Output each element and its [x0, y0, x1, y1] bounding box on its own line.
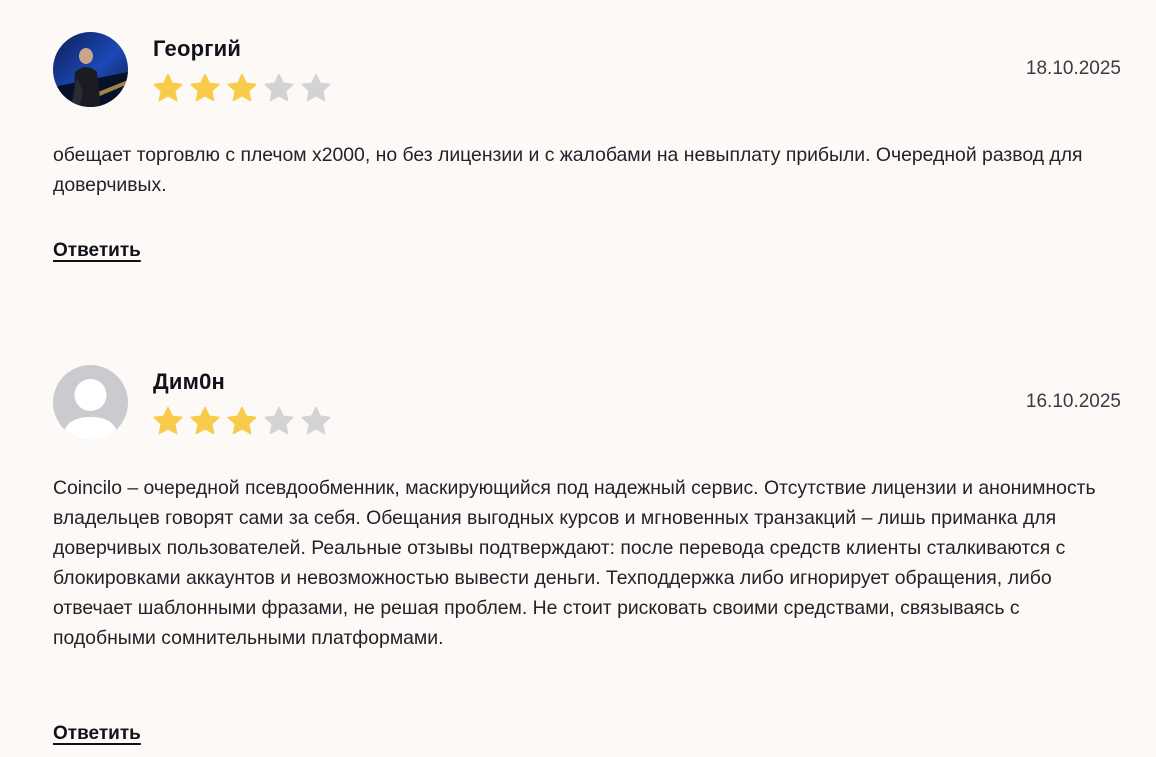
review-date: 16.10.2025: [1025, 391, 1121, 412]
avatar-photo-icon: [53, 32, 128, 107]
star-rating: [152, 72, 332, 104]
star-empty-icon: [300, 405, 332, 437]
review-text: обещает торговлю с плечом x2000, но без …: [53, 144, 1083, 196]
review-text: Coincilo – очередной псевдообменник, мас…: [53, 477, 1096, 649]
star-filled-icon: [152, 405, 184, 437]
author-name: Георгий: [153, 36, 242, 61]
star-filled-icon: [226, 405, 258, 437]
avatar[interactable]: [53, 365, 128, 440]
reply-button[interactable]: Ответить: [53, 723, 141, 745]
author-name: Дим0н: [153, 369, 225, 394]
star-empty-icon: [263, 72, 295, 104]
star-empty-icon: [300, 72, 332, 104]
star-filled-icon: [152, 72, 184, 104]
default-user-icon: [53, 365, 128, 440]
review-date: 18.10.2025: [1025, 58, 1121, 79]
star-filled-icon: [189, 405, 221, 437]
avatar[interactable]: [53, 32, 128, 107]
star-filled-icon: [226, 72, 258, 104]
reply-button[interactable]: Ответить: [53, 240, 141, 262]
star-filled-icon: [189, 72, 221, 104]
star-rating: [152, 405, 332, 437]
star-empty-icon: [263, 405, 295, 437]
